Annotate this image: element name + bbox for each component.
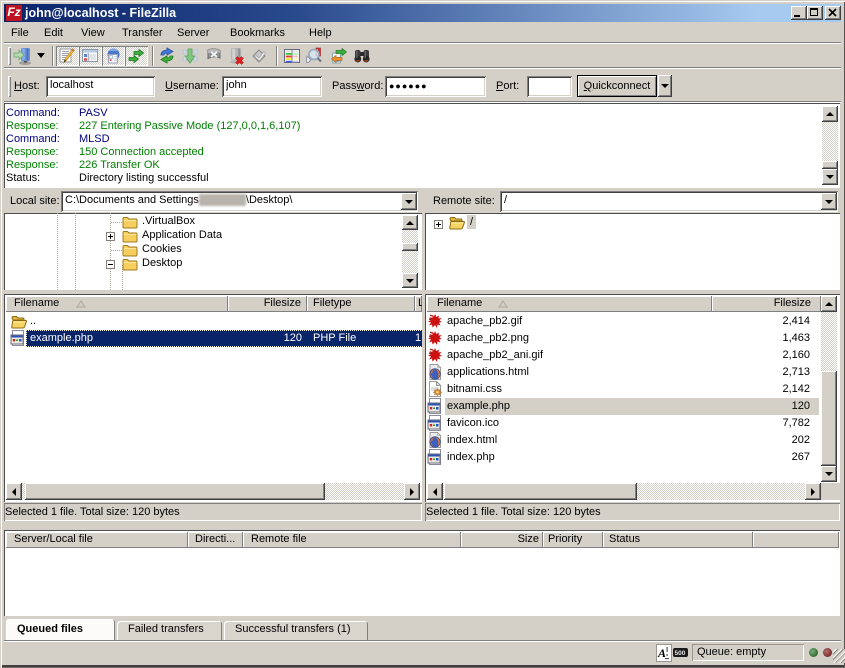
svg-text:A: A [657, 646, 666, 660]
svg-text:500: 500 [675, 650, 686, 657]
